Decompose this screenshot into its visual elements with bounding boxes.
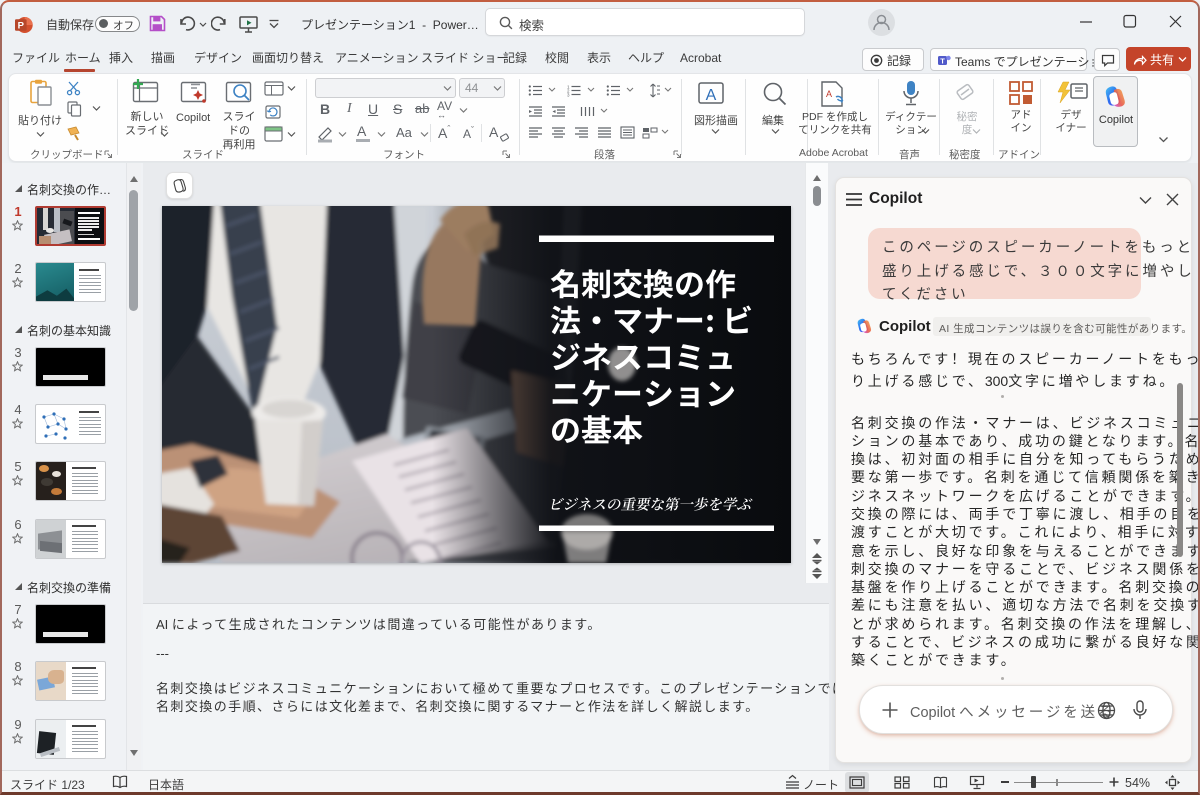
svg-text:P: P xyxy=(18,21,25,32)
svg-text:T: T xyxy=(940,56,945,65)
svg-text:A: A xyxy=(826,89,832,99)
svg-text:3: 3 xyxy=(567,93,570,98)
svg-text:A: A xyxy=(706,87,717,104)
